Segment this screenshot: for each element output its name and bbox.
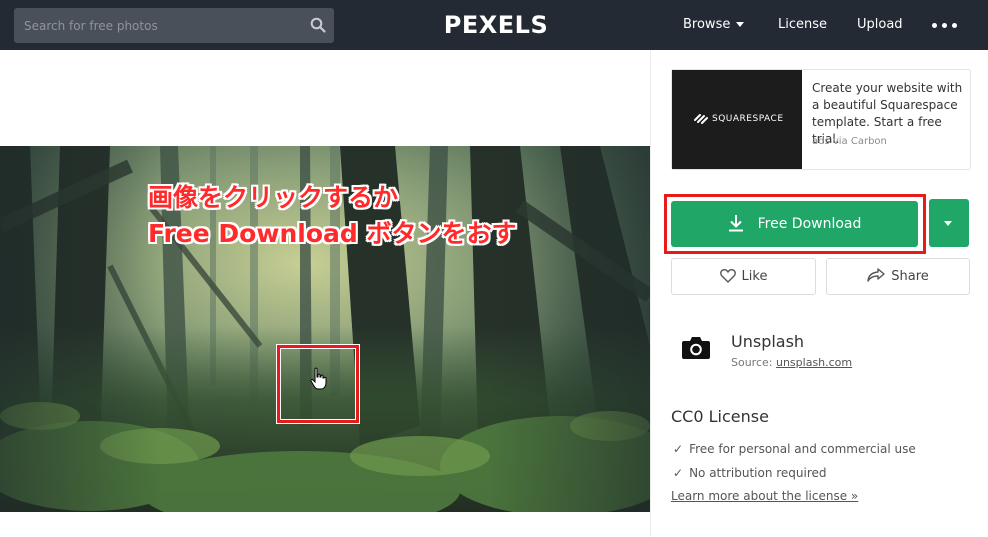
chevron-down-icon	[944, 221, 952, 226]
like-label: Like	[741, 269, 768, 284]
check-icon: ✓	[673, 442, 684, 456]
more-menu-icon[interactable]	[932, 22, 958, 30]
license-item-text: Free for personal and commercial use	[689, 442, 916, 456]
ad-image: SQUARESPACE	[672, 70, 802, 169]
share-label: Share	[891, 269, 929, 284]
search-icon[interactable]	[310, 17, 326, 33]
source-link[interactable]: unsplash.com	[776, 356, 852, 369]
nav-license[interactable]: License	[778, 0, 827, 50]
pexels-logo[interactable]: PEXELS	[437, 10, 555, 40]
search-bar	[14, 8, 334, 43]
check-icon: ✓	[673, 466, 684, 480]
download-options-button[interactable]	[929, 199, 969, 247]
sponsored-ad[interactable]: SQUARESPACE Create your website with a b…	[671, 69, 971, 170]
learn-more-license-link[interactable]: Learn more about the license »	[671, 489, 858, 503]
nav-upload[interactable]: Upload	[857, 0, 903, 50]
share-button[interactable]: Share	[826, 258, 970, 295]
license-title: CC0 License	[671, 407, 769, 426]
nav-browse-label: Browse	[683, 17, 731, 32]
chevron-down-icon	[736, 22, 745, 27]
nav-browse[interactable]: Browse	[683, 0, 745, 50]
squarespace-logo-icon	[694, 114, 708, 124]
annotation-line-2: Free Download ボタンをおす	[148, 219, 517, 248]
top-navbar: PEXELS Browse License Upload	[0, 0, 988, 50]
annotation-line-1: 画像をクリックするか	[148, 183, 399, 212]
license-item: ✓ No attribution required	[673, 466, 827, 480]
share-icon	[867, 268, 885, 282]
photographer-name[interactable]: Unsplash	[731, 332, 804, 351]
license-item: ✓ Free for personal and commercial use	[673, 442, 916, 456]
ad-via: ads via Carbon	[812, 136, 887, 147]
like-button[interactable]: Like	[671, 258, 816, 295]
license-item-text: No attribution required	[689, 466, 827, 480]
download-button-highlight	[664, 194, 926, 254]
camera-icon[interactable]	[681, 335, 711, 361]
photo-source: Source: unsplash.com	[731, 356, 852, 369]
heart-icon	[719, 268, 736, 283]
content-divider	[650, 50, 651, 537]
search-input[interactable]	[14, 8, 304, 43]
source-prefix: Source:	[731, 356, 776, 369]
ad-brand: SQUARESPACE	[712, 114, 784, 124]
hand-pointer-icon	[310, 367, 327, 390]
